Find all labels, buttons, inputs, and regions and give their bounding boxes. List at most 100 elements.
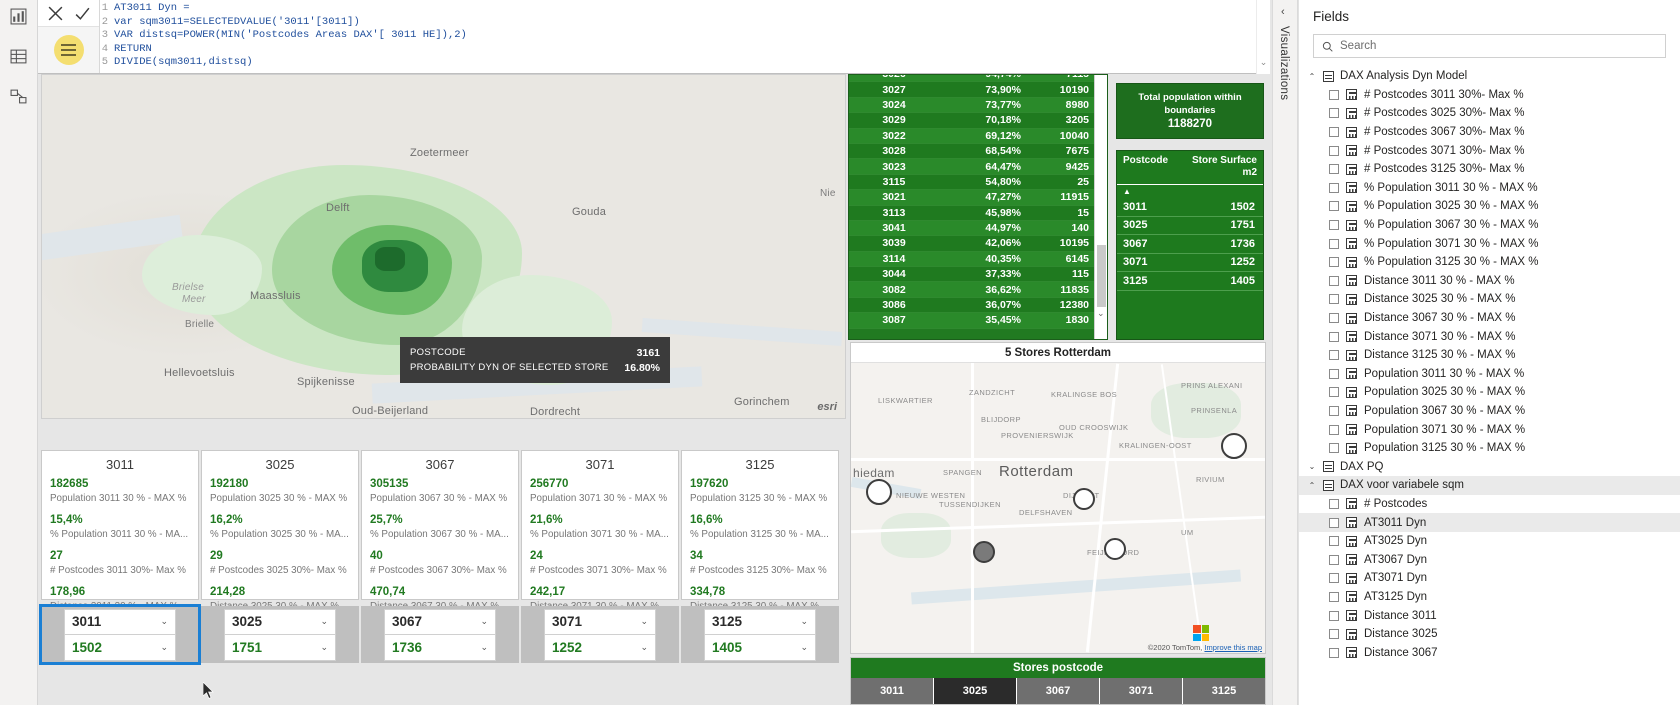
slicer-postcode-dropdown[interactable]: 3071 ⌄	[544, 608, 656, 635]
field-item[interactable]: Distance 3025 30 % - MAX %	[1299, 290, 1680, 309]
field-checkbox[interactable]	[1329, 498, 1339, 509]
field-checkbox[interactable]	[1329, 591, 1339, 602]
field-item[interactable]: Distance 3011	[1299, 606, 1680, 625]
table-row[interactable]: 3023 64,47% 9425	[849, 159, 1095, 175]
improve-map-link[interactable]: Improve this map	[1204, 643, 1262, 652]
field-checkbox[interactable]	[1329, 368, 1339, 379]
stores-postcode-slicer[interactable]: Stores postcode 3011 3025 3067 3071 3125	[850, 657, 1266, 705]
store-bubble[interactable]	[1221, 433, 1247, 459]
table-row[interactable]: 3024 73,77% 8980	[849, 97, 1095, 114]
slicer-postcode-dropdown[interactable]: 3125 ⌄	[704, 608, 816, 635]
model-view-icon[interactable]	[7, 84, 31, 108]
table-row[interactable]: 3067 1736	[1117, 235, 1263, 254]
fields-group-dax-pq[interactable]: ⌄ DAX PQ	[1299, 457, 1680, 476]
slicer-item-3071[interactable]: 3071	[1100, 678, 1183, 704]
chevron-up-icon[interactable]: ⌃	[1307, 481, 1317, 490]
field-checkbox[interactable]	[1329, 517, 1339, 528]
chevron-down-icon[interactable]: ⌄	[1307, 462, 1317, 471]
table-row[interactable]: 3022 69,12% 10040	[849, 128, 1095, 144]
slicer-item-3125[interactable]: 3125	[1183, 678, 1265, 704]
dropdown-slicer-3025[interactable]: 3025 ⌄ 1751 ⌄	[201, 606, 359, 663]
slicer-surface-dropdown[interactable]: 1736 ⌄	[384, 634, 496, 661]
field-item[interactable]: # Postcodes	[1299, 495, 1680, 514]
store-bubble-selected[interactable]	[973, 541, 995, 563]
field-item[interactable]: Distance 3071 30 % - MAX %	[1299, 327, 1680, 346]
formula-scrollbar[interactable]: ⌄	[1256, 0, 1270, 74]
kpi-card-3071[interactable]: 3071 256770 Population 3071 30 % - MAX % 21…	[521, 450, 679, 612]
store-bubble[interactable]	[866, 479, 892, 505]
field-checkbox[interactable]	[1329, 108, 1339, 119]
field-item[interactable]: Population 3025 30 % - MAX %	[1299, 383, 1680, 402]
field-checkbox[interactable]	[1329, 647, 1339, 658]
table-row[interactable]: 3027 73,90% 10190	[849, 82, 1095, 98]
fields-group-dax-voor-variabele-sqm[interactable]: ⌃ DAX voor variabele sqm	[1299, 476, 1680, 495]
chevron-left-icon[interactable]: ‹	[1281, 6, 1285, 18]
field-item[interactable]: AT3011 Dyn	[1299, 513, 1680, 532]
store-surface-table[interactable]: Postcode Store Surface m2 ▲ 3011 1502 3025…	[1116, 150, 1264, 340]
slicer-postcode-dropdown[interactable]: 3011 ⌄	[64, 608, 176, 635]
dax-code-editor[interactable]: 1 AT3011 Dyn = 2 var sqm3011=SELECTEDVALUE…	[100, 0, 1270, 73]
field-item[interactable]: AT3071 Dyn	[1299, 569, 1680, 588]
field-item[interactable]: Distance 3011 30 % - MAX %	[1299, 272, 1680, 291]
field-checkbox[interactable]	[1329, 220, 1339, 231]
field-checkbox[interactable]	[1329, 536, 1339, 547]
check-icon[interactable]	[74, 5, 91, 22]
chevron-down-icon[interactable]: ⌄	[320, 616, 328, 627]
table-row[interactable]: 3125 1405	[1117, 272, 1263, 291]
report-view-icon[interactable]	[7, 4, 31, 28]
field-item[interactable]: AT3125 Dyn	[1299, 588, 1680, 607]
visualizations-pane-collapsed[interactable]: ‹ Visualizations	[1272, 0, 1298, 705]
table-row[interactable]: 3115 54,80% 25	[849, 174, 1095, 191]
chevron-down-icon[interactable]: ⌄	[640, 616, 648, 627]
table-row[interactable]: 3086 36,07% 12380	[849, 297, 1095, 314]
field-checkbox[interactable]	[1329, 201, 1339, 212]
data-view-icon[interactable]	[7, 44, 31, 68]
fields-search-box[interactable]: Search	[1313, 34, 1666, 58]
field-checkbox[interactable]	[1329, 629, 1339, 640]
chevron-up-icon[interactable]: ⌃	[1307, 72, 1317, 81]
field-item[interactable]: Distance 3125 30 % - MAX %	[1299, 346, 1680, 365]
slicer-item-3011[interactable]: 3011	[851, 678, 934, 704]
field-checkbox[interactable]	[1329, 387, 1339, 398]
table-row[interactable]: 3026 94,74% 7115	[849, 75, 1095, 83]
field-item[interactable]: % Population 3125 30 % - MAX %	[1299, 253, 1680, 272]
field-checkbox[interactable]	[1329, 573, 1339, 584]
kpi-card-3011[interactable]: 3011 182685 Population 3011 30 % - MAX % 15…	[41, 450, 199, 612]
field-item[interactable]: Population 3125 30 % - MAX %	[1299, 439, 1680, 458]
field-checkbox[interactable]	[1329, 405, 1339, 416]
chevron-down-icon[interactable]: ⌄	[480, 642, 488, 653]
store-bubble[interactable]	[1104, 538, 1126, 560]
table-row[interactable]: 3044 37,33% 115	[849, 267, 1095, 283]
close-icon[interactable]	[47, 5, 64, 22]
field-item[interactable]: Distance 3067	[1299, 643, 1680, 662]
field-checkbox[interactable]	[1329, 89, 1339, 100]
field-checkbox[interactable]	[1329, 350, 1339, 361]
chevron-down-icon[interactable]: ⌄	[160, 616, 168, 627]
table-row[interactable]: 3041 44,97% 140	[849, 220, 1095, 237]
field-checkbox[interactable]	[1329, 182, 1339, 193]
field-item[interactable]: % Population 3025 30 % - MAX %	[1299, 197, 1680, 216]
slicer-postcode-dropdown[interactable]: 3067 ⌄	[384, 608, 496, 635]
field-item[interactable]: # Postcodes 3011 30%- Max %	[1299, 86, 1680, 105]
field-item[interactable]: Distance 3067 30 % - MAX %	[1299, 309, 1680, 328]
field-item[interactable]: Population 3067 30 % - MAX %	[1299, 402, 1680, 421]
table-row[interactable]: 3025 1751	[1117, 217, 1263, 235]
slicer-postcode-dropdown[interactable]: 3025 ⌄	[224, 608, 336, 635]
table-scrollbar[interactable]: ⌄	[1094, 75, 1107, 339]
table-row[interactable]: 3071 1252	[1117, 254, 1263, 272]
field-item[interactable]: AT3025 Dyn	[1299, 532, 1680, 551]
chevron-down-icon[interactable]: ⌄	[800, 642, 808, 653]
dropdown-slicer-3067[interactable]: 3067 ⌄ 1736 ⌄	[361, 606, 519, 663]
scrollbar-thumb[interactable]	[1097, 245, 1106, 307]
chevron-down-icon[interactable]: ⌄	[160, 642, 168, 653]
table-row[interactable]: 3113 45,98% 15	[849, 205, 1095, 221]
field-item[interactable]: % Population 3067 30 % - MAX %	[1299, 216, 1680, 235]
fields-group-dax-analysis-dyn-model[interactable]: ⌃ DAX Analysis Dyn Model	[1299, 67, 1680, 86]
slicer-surface-dropdown[interactable]: 1751 ⌄	[224, 634, 336, 661]
table-row[interactable]: 3029 70,18% 3205	[849, 113, 1095, 129]
dropdown-slicer-3125[interactable]: 3125 ⌄ 1405 ⌄	[681, 606, 839, 663]
dropdown-slicer-3071[interactable]: 3071 ⌄ 1252 ⌄	[521, 606, 679, 663]
field-item[interactable]: # Postcodes 3025 30%- Max %	[1299, 104, 1680, 123]
table-row[interactable]: 3087 35,45% 1830	[849, 313, 1095, 329]
field-checkbox[interactable]	[1329, 313, 1339, 324]
